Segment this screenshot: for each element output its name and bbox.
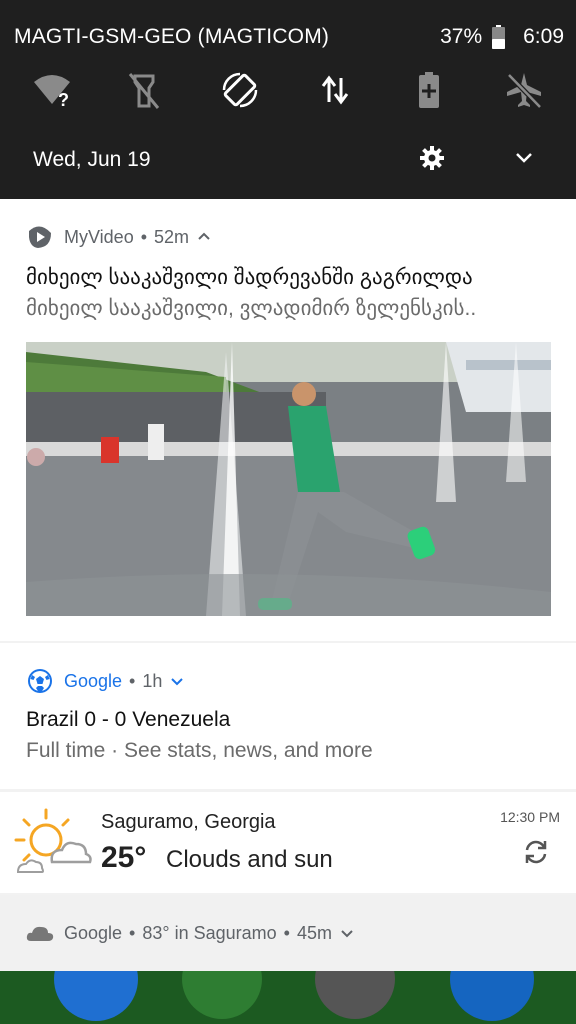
google-weather-notification[interactable]: Google • 83° in Saguramo • 45m: [0, 895, 576, 971]
auto-rotate-tile[interactable]: [214, 64, 266, 116]
dock-icons: [54, 971, 534, 1021]
weather-updated-time: 12:30 PM: [500, 809, 560, 825]
notification-age: 1h: [142, 670, 163, 691]
quick-tiles-row: ?: [0, 64, 576, 116]
weather-condition: Clouds and sun: [166, 846, 333, 873]
notification-header: MyVideo • 52m: [26, 223, 213, 251]
wifi-question-icon: ?: [34, 75, 70, 110]
partly-cloudy-sun-icon: [14, 808, 92, 873]
quick-settings-panel: MAGTI-GSM-GEO (MAGTICOM) 37% 6:09 ? Wed,…: [0, 0, 576, 199]
weather-notification[interactable]: Saguramo, Georgia 25° Clouds and sun 12:…: [0, 792, 576, 893]
battery-saver-icon: [419, 72, 439, 108]
airplane-mode-tile[interactable]: [498, 64, 550, 116]
date-label: Wed, Jun 19: [33, 148, 151, 171]
soccer-ball-icon: [28, 669, 52, 693]
battery-icon: [492, 25, 506, 49]
status-bar: MAGTI-GSM-GEO (MAGTICOM) 37% 6:09: [14, 22, 564, 52]
weather-location: Saguramo, Georgia: [101, 811, 276, 833]
notification-age: 45m: [296, 922, 332, 943]
chevron-down-icon[interactable]: [338, 924, 356, 942]
separator-dot: •: [129, 670, 136, 691]
settings-gear-icon[interactable]: [416, 142, 448, 174]
weather-summary: 83° in Saguramo: [142, 922, 277, 943]
notification-age: 52m: [154, 226, 190, 247]
airplane-off-icon: [507, 73, 542, 109]
myvideo-app-icon: [29, 226, 51, 248]
app-name: Google: [64, 670, 123, 691]
home-screen-background: [0, 971, 576, 1024]
separator-dot: •: [283, 922, 290, 943]
myvideo-notification[interactable]: MyVideo • 52m მიხეილ სააკაშვილი შადრევან…: [0, 199, 576, 641]
fountain-scene-image: [26, 342, 551, 616]
battery-saver-tile[interactable]: [403, 64, 455, 116]
notification-title: Brazil 0 - 0 Venezuela: [26, 708, 231, 731]
mobile-data-tile[interactable]: [309, 64, 361, 116]
separator-dot: •: [129, 922, 136, 943]
video-thumbnail[interactable]: [26, 342, 551, 616]
separator-dot: •: [140, 226, 148, 247]
notification-text: მიხეილ სააკაშვილი, ვლადიმირ ზელენსკის..: [26, 297, 477, 320]
expand-chevron-down-icon[interactable]: [508, 142, 540, 174]
app-name: Google: [64, 922, 123, 943]
notification-header: Google • 83° in Saguramo • 45m: [26, 919, 356, 947]
svg-text:?: ?: [58, 90, 69, 110]
data-transfer-icon: [321, 75, 349, 105]
wifi-tile[interactable]: ?: [26, 64, 78, 116]
notification-header: Google • 1h: [26, 667, 186, 695]
date-row: Wed, Jun 19: [0, 138, 576, 184]
cloud-icon: [26, 926, 54, 941]
auto-rotate-icon: [222, 72, 258, 108]
clock: 6:09: [523, 25, 564, 48]
battery-percent: 37%: [440, 25, 483, 48]
flashlight-off-icon: [128, 73, 160, 109]
weather-temperature: 25°: [101, 841, 147, 874]
carrier-name: MAGTI-GSM-GEO (MAGTICOM): [14, 25, 330, 48]
refresh-icon[interactable]: [520, 836, 552, 868]
notification-title: მიხეილ სააკაშვილი შადრევანში გაგრილდა: [26, 266, 473, 289]
chevron-up-icon[interactable]: [195, 228, 213, 246]
flashlight-tile[interactable]: [118, 64, 170, 116]
chevron-down-icon[interactable]: [168, 672, 186, 690]
app-name: MyVideo: [64, 226, 134, 247]
notification-text: Full time · See stats, news, and more: [26, 739, 373, 762]
google-sports-notification[interactable]: Google • 1h Brazil 0 - 0 Venezuela Full …: [0, 643, 576, 789]
